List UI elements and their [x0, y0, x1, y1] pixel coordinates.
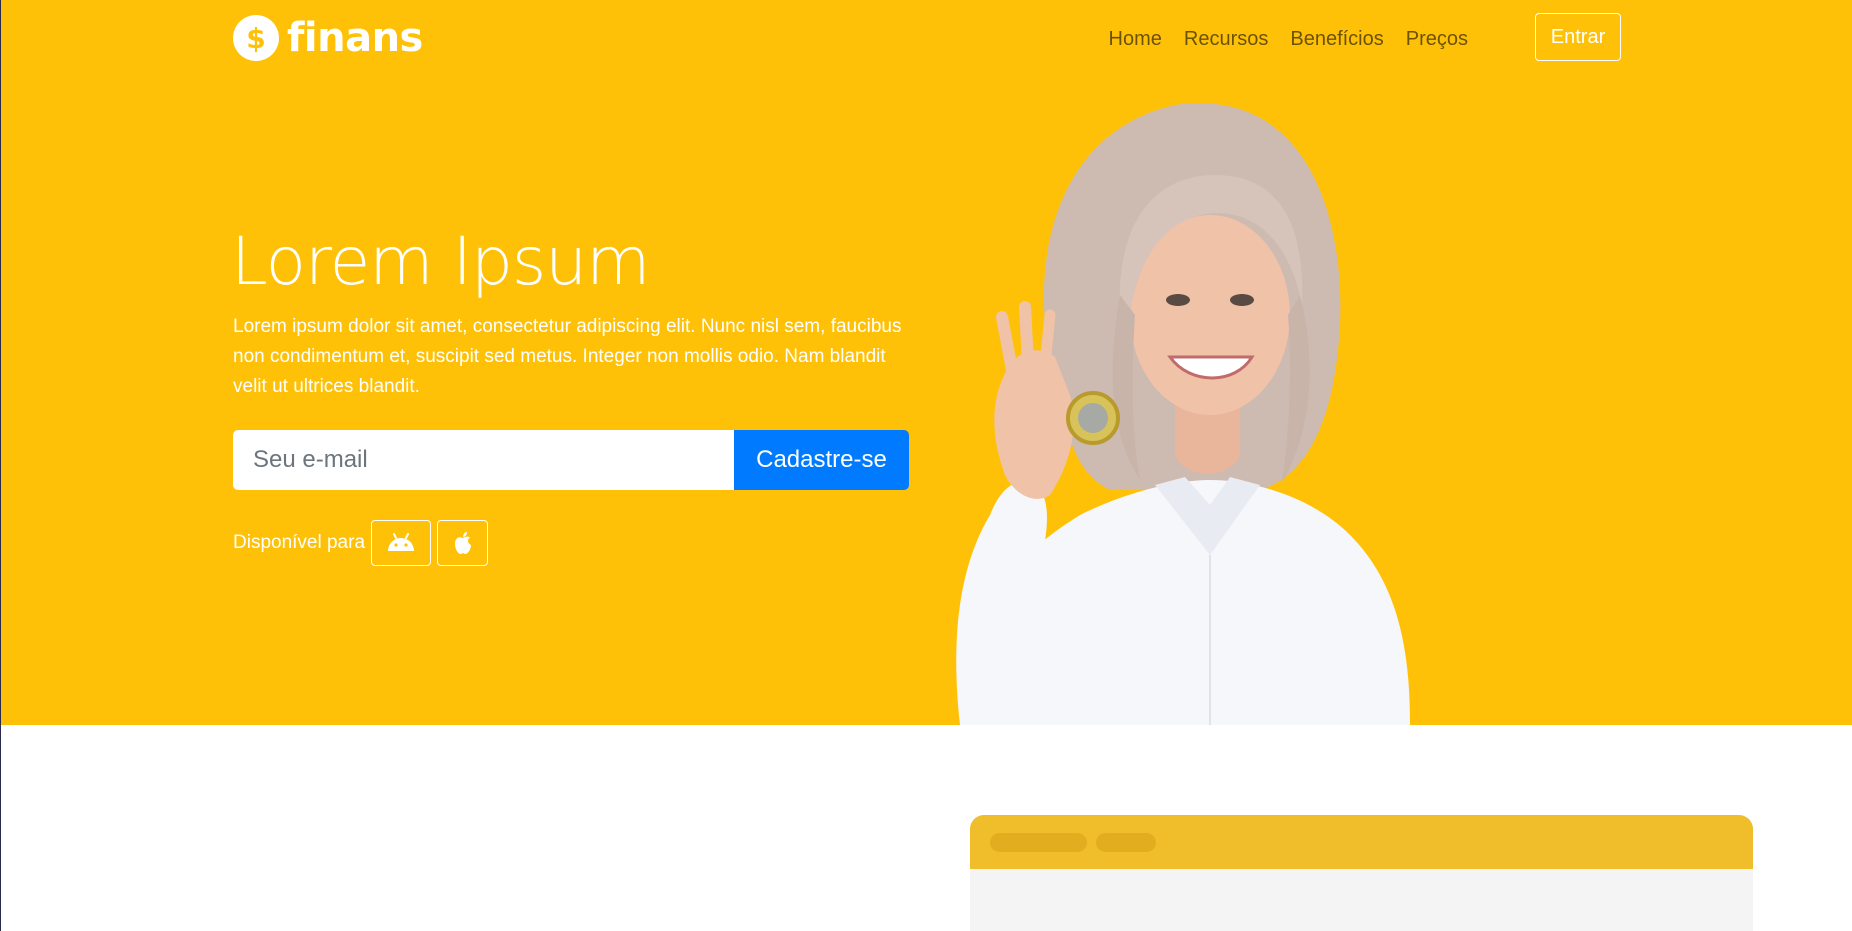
nav-item-precos[interactable]: Preços	[1406, 26, 1468, 52]
nav-item-recursos[interactable]: Recursos	[1184, 26, 1268, 52]
available-label: Disponível para	[233, 532, 366, 553]
svg-text:$: $	[246, 22, 265, 55]
placeholder-pill	[990, 833, 1087, 852]
signup-form: Cadastre-se	[233, 430, 909, 490]
available-platforms: Disponível para	[233, 520, 489, 566]
login-button[interactable]: Entrar	[1535, 13, 1621, 61]
app-preview-card	[970, 815, 1753, 931]
signup-button[interactable]: Cadastre-se	[734, 430, 909, 490]
hero-description: Lorem ipsum dolor sit amet, consectetur …	[233, 316, 902, 397]
main-nav: Home Recursos Benefícios Preços	[1109, 26, 1468, 52]
hero-woman-image	[956, 103, 1410, 725]
android-icon	[388, 533, 415, 551]
hero-section: $ finans Home Recursos Benefícios Preços…	[0, 0, 1852, 725]
email-input[interactable]	[233, 430, 734, 490]
nav-item-beneficios[interactable]: Benefícios	[1290, 26, 1383, 52]
apple-button[interactable]	[437, 520, 489, 566]
nav-item-home[interactable]: Home	[1109, 26, 1162, 52]
dollar-circle-icon: $	[233, 15, 279, 61]
hero-title: Lorem Ipsum	[231, 223, 650, 300]
apple-icon	[454, 532, 471, 554]
brand-name: finans	[287, 15, 423, 61]
window-edge	[0, 0, 1, 931]
placeholder-pill	[1096, 833, 1156, 852]
android-button[interactable]	[371, 520, 432, 566]
brand-logo[interactable]: $ finans	[233, 14, 423, 62]
app-preview-header	[970, 815, 1753, 869]
